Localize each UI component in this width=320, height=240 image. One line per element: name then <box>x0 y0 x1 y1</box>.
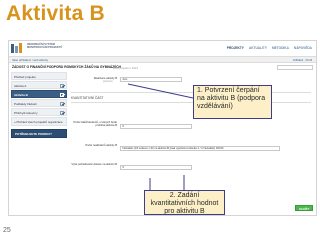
callout-quantitative-values: 2. Zadání kvantitativních hodnot pro akt… <box>144 190 225 215</box>
callout-text: 2. Zadání kvantitativních hodnot pro akt… <box>150 192 219 215</box>
callout-text: 1. Potvrzení čerpání na aktivitu B (podp… <box>197 87 266 110</box>
page-number: 25 <box>3 227 11 234</box>
callout-confirm-funding: 1. Potvrzení čerpání na aktivitu B (podp… <box>193 85 272 119</box>
